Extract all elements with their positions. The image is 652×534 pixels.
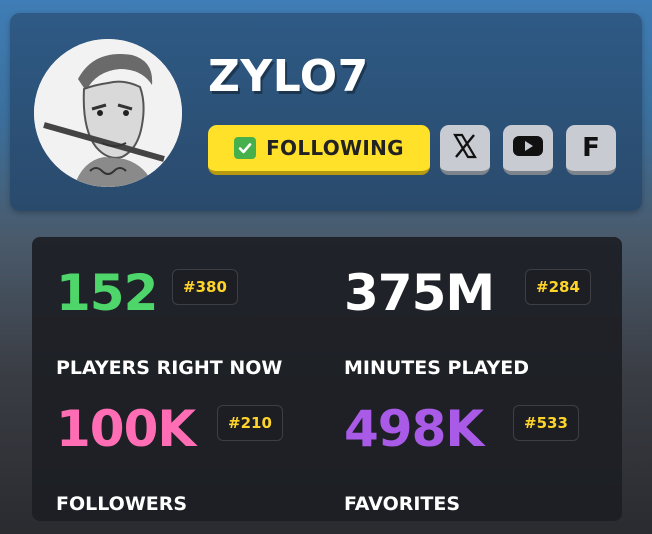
- facebook-icon: F: [582, 133, 600, 163]
- stat-label: FAVORITES: [344, 493, 461, 515]
- stat-value: 100K: [56, 400, 196, 458]
- stats-card: 152 #380 PLAYERS RIGHT NOW 375M #284 MIN…: [32, 237, 622, 521]
- profile-header-card: ZYLO7 FOLLOWING F: [10, 13, 642, 211]
- avatar: [34, 39, 182, 187]
- stat-label: PLAYERS RIGHT NOW: [56, 357, 283, 379]
- rank-badge: #210: [217, 405, 283, 441]
- stat-label: MINUTES PLAYED: [344, 357, 529, 379]
- stat-value: 375M: [344, 264, 495, 322]
- stat-value: 152: [56, 264, 158, 322]
- check-icon: [234, 137, 257, 159]
- rank-badge: #284: [525, 269, 591, 305]
- rank-badge: #533: [513, 405, 579, 441]
- stat-value: 498K: [344, 400, 484, 458]
- x-social-button[interactable]: [440, 125, 490, 175]
- following-button[interactable]: FOLLOWING: [208, 125, 430, 175]
- username: ZYLO7: [208, 51, 369, 102]
- following-label: FOLLOWING: [266, 136, 404, 160]
- facebook-social-button[interactable]: F: [566, 125, 616, 175]
- x-icon: [451, 132, 479, 164]
- youtube-icon: [512, 134, 544, 162]
- rank-badge: #380: [172, 269, 238, 305]
- youtube-social-button[interactable]: [503, 125, 553, 175]
- stat-label: FOLLOWERS: [56, 493, 188, 515]
